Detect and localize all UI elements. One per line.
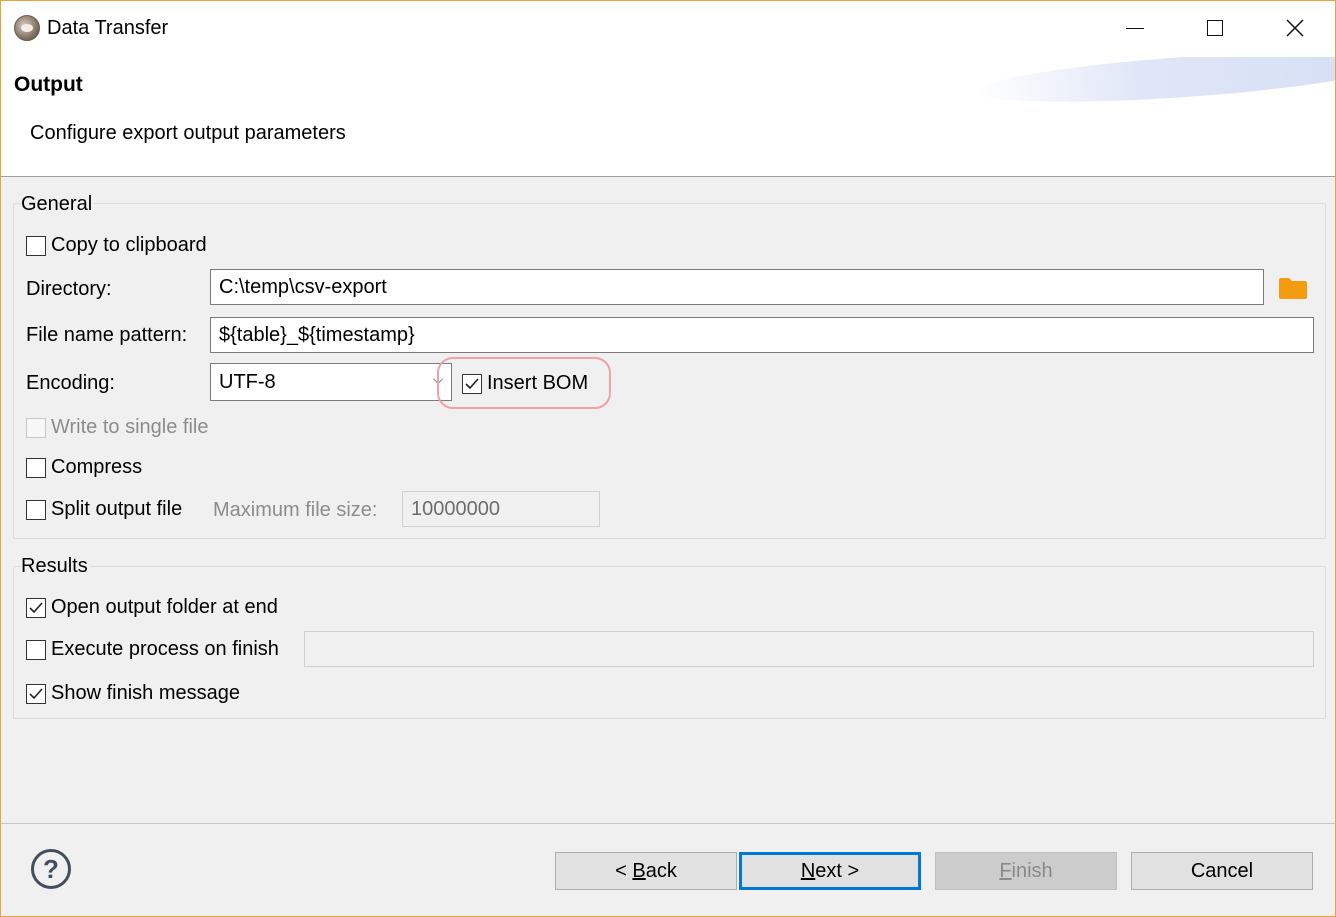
show-finish-message-label: Show finish message [51,682,240,704]
write-single-file-box [26,417,46,438]
general-group-title: General [21,193,95,216]
next-button[interactable]: Next > [739,852,921,890]
execute-process-checkbox[interactable]: Execute process on finish [26,638,279,661]
finish-button-rest: inish [1011,859,1053,882]
directory-value: C:\temp\csv-export [219,275,387,298]
directory-input[interactable]: C:\temp\csv-export [210,269,1264,305]
split-output-box[interactable] [26,499,46,520]
write-single-file-label: Write to single file [51,416,209,438]
copy-to-clipboard-checkbox[interactable]: Copy to clipboard [26,234,207,257]
back-button-mnemonic: B [632,859,646,882]
header-decoration [974,57,1335,112]
compress-checkbox[interactable]: Compress [26,456,142,479]
cancel-button[interactable]: Cancel [1131,852,1313,890]
folder-icon[interactable] [1278,276,1308,300]
file-name-pattern-value: ${table}_${timestamp} [219,323,415,346]
max-file-size-input: 10000000 [402,491,600,527]
compress-label: Compress [51,456,143,478]
window-title: Data Transfer [47,17,169,39]
split-output-label: Split output file [51,498,183,520]
compress-box[interactable] [26,457,46,478]
check-icon [29,687,43,699]
open-output-folder-checkbox[interactable]: Open output folder at end [26,596,278,619]
maximize-icon [1207,20,1223,36]
page-header: Output Configure export output parameter… [1,57,1335,177]
check-icon [29,601,43,613]
open-output-folder-box[interactable] [26,597,46,618]
show-finish-message-checkbox[interactable]: Show finish message [26,682,240,705]
file-name-pattern-input[interactable]: ${table}_${timestamp} [210,317,1314,353]
encoding-value: UTF-8 [219,370,276,393]
back-button-prefix: < [615,859,633,882]
split-output-checkbox[interactable]: Split output file [26,498,182,521]
open-output-folder-label: Open output folder at end [51,596,278,618]
title-bar: Data Transfer [1,1,1335,57]
data-transfer-dialog: Data Transfer Output Configure export ou… [0,0,1336,917]
help-icon[interactable]: ? [31,849,71,889]
copy-to-clipboard-box[interactable] [26,235,46,256]
app-logo-icon [14,15,40,41]
next-button-rest: ext > [815,859,860,882]
max-file-size-value: 10000000 [411,497,500,520]
back-button-rest: ack [645,859,677,882]
page-title: Output [14,73,83,96]
minimize-icon [1126,27,1144,29]
execute-process-box[interactable] [26,639,46,660]
copy-to-clipboard-label: Copy to clipboard [51,234,207,256]
execute-process-label: Execute process on finish [51,638,279,660]
close-icon [1286,19,1304,37]
maximize-button[interactable] [1175,1,1255,55]
finish-button-mnemonic: F [999,859,1012,882]
back-button[interactable]: < Back [555,852,737,890]
encoding-label: Encoding: [26,372,115,394]
max-file-size-label: Maximum file size: [213,499,378,521]
directory-label: Directory: [26,278,112,300]
close-button[interactable] [1255,1,1335,55]
finish-button: Finish [935,852,1117,890]
encoding-select[interactable]: UTF-8 [210,363,452,401]
page-description: Configure export output parameters [30,122,346,144]
execute-process-input [304,631,1314,667]
write-single-file-checkbox: Write to single file [26,416,208,439]
show-finish-message-box[interactable] [26,683,46,704]
next-button-mnemonic: N [800,859,816,882]
highlight-annotation [437,357,611,409]
footer-divider [1,823,1335,824]
results-group-title: Results [21,555,90,578]
file-name-pattern-label: File name pattern: [26,324,188,346]
minimize-button[interactable] [1095,1,1175,55]
